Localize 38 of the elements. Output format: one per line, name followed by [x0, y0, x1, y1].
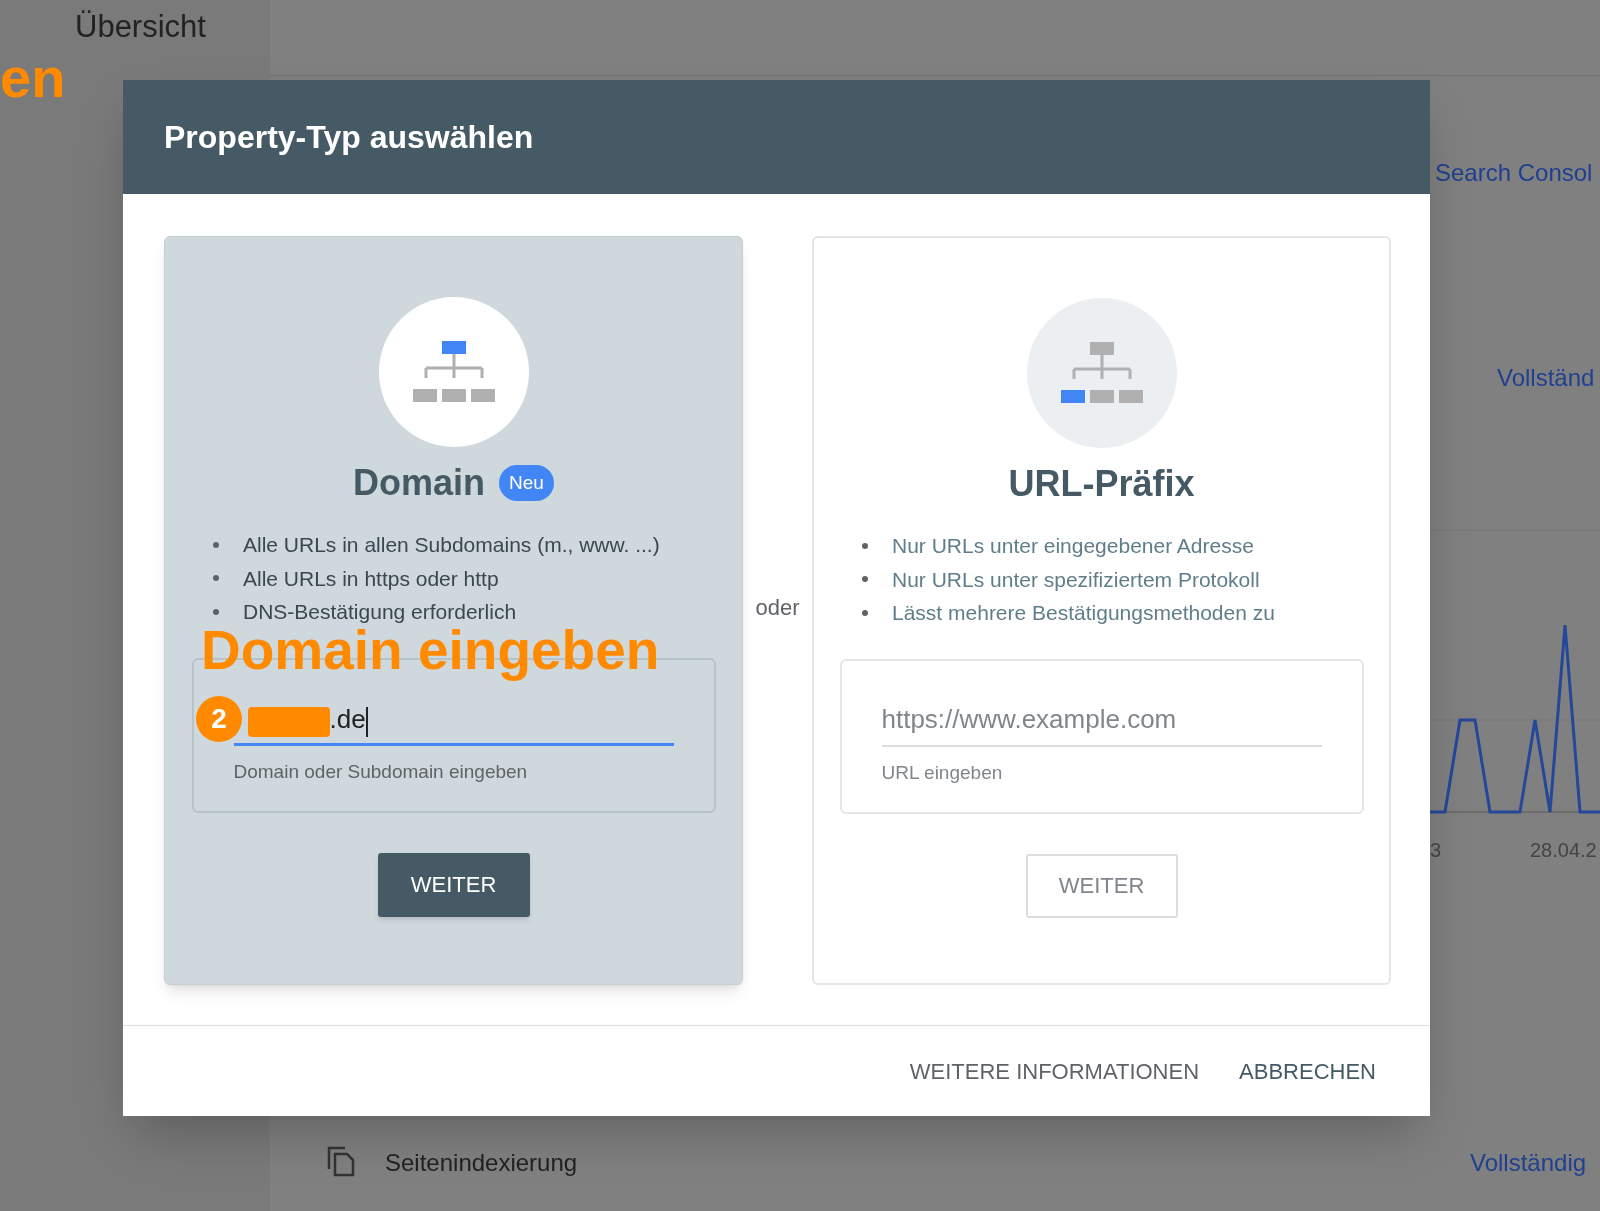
bullet-text: Alle URLs in allen Subdomains (m., www. ...) — [243, 532, 660, 558]
cancel-button[interactable]: ABBRECHEN — [1239, 1054, 1376, 1088]
step-badge: 2 — [196, 696, 242, 742]
helper-text: Domain oder Subdomain eingeben — [233, 759, 529, 784]
bullet-icon — [213, 575, 219, 582]
input-text: .de — [329, 702, 366, 736]
annotation-text: en — [0, 50, 66, 106]
sitemap-icon — [1060, 342, 1143, 404]
bullet-icon — [213, 608, 219, 615]
property-type-card[interactable]: Domain Neu Alle URLs in allen Subdomains (m., www. ...) Alle URLs in https oder http DNS-Bestätigung erforderlich Domain eingeben 2 .de Domain oder Subdomain eingeben WEITER — [164, 236, 743, 985]
bullet-icon — [862, 609, 868, 616]
nav-label: Seitenindexierung — [385, 1148, 578, 1178]
continue-button[interactable]: WEITER — [1025, 853, 1178, 918]
bullet-icon — [862, 542, 868, 549]
property-type-card[interactable]: URL-Präfix Nur URLs unter eingegebener Adresse Nur URLs unter spezifiziertem Protokoll Lässt mehrere Bestätigungsmethoden zu https://www.example.com URL eingeben WEITER — [812, 236, 1391, 985]
helper-text: URL eingeben — [881, 760, 1004, 785]
new-badge: Neu — [499, 464, 554, 502]
continue-button[interactable]: WEITER — [377, 852, 530, 917]
bullet-text: DNS-Bestätigung erforderlich — [243, 599, 517, 625]
axis-label: 28.04.2 — [1530, 838, 1597, 863]
bullet-text: Lässt mehrere Bestätigungsmethoden zu — [892, 600, 1275, 626]
option-title: Domain — [353, 461, 486, 505]
separator-text: oder — [755, 594, 800, 622]
bullet-icon — [862, 576, 868, 583]
page-title: Übersicht — [75, 8, 206, 46]
bullet-text: Nur URLs unter spezifiziertem Protokoll — [892, 566, 1260, 593]
sitemap-icon — [412, 341, 495, 403]
axis-label: 3 — [1430, 838, 1442, 863]
bullet-icon — [213, 541, 219, 548]
pages-icon — [326, 1145, 356, 1177]
bullet-text: Alle URLs in https oder http — [243, 565, 499, 592]
bullet-text: Nur URLs unter eingegebener Adresse — [892, 533, 1254, 559]
more-info-button[interactable]: WEITERE INFORMATIONEN — [909, 1054, 1200, 1088]
url-field[interactable]: https://www.example.com URL eingeben — [839, 658, 1364, 814]
option-title: URL-Präfix — [1008, 462, 1195, 506]
url-input-field[interactable]: https://www.example.com — [881, 698, 1322, 745]
text-cursor — [365, 706, 368, 737]
dialog-title: Property-Typ auswählen — [164, 118, 534, 157]
